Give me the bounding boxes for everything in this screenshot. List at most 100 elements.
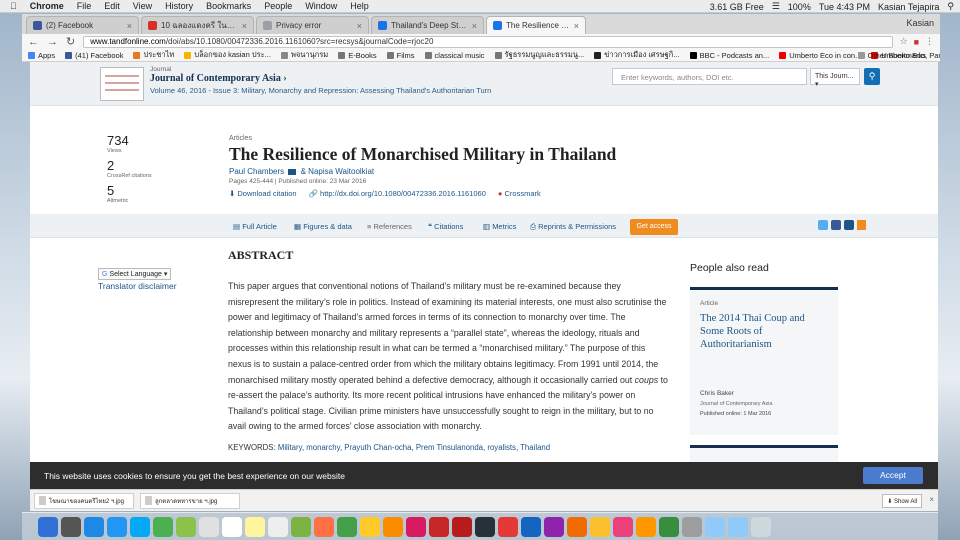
menu-window[interactable]: Window: [305, 1, 337, 11]
siri-icon[interactable]: [61, 516, 81, 537]
reminders-icon[interactable]: [268, 516, 288, 537]
dictionary-alt-icon[interactable]: [452, 516, 472, 537]
related-article-card[interactable]: Article The 2014 Thai Coup and Some Root…: [690, 287, 838, 435]
menu-chrome[interactable]: Chrome: [30, 1, 64, 11]
bookmark-films[interactable]: Films: [386, 51, 415, 60]
reload-icon[interactable]: ↻: [66, 35, 75, 48]
download-citation-link[interactable]: ⬇ Download citation: [229, 189, 297, 198]
tab-references[interactable]: ≡ References: [367, 222, 412, 231]
close-icon[interactable]: ×: [127, 21, 132, 31]
bookmark-facebook[interactable]: (41) Facebook: [65, 51, 123, 60]
bookmark-classical-music[interactable]: classical music: [424, 51, 485, 60]
dictionary-icon[interactable]: [429, 516, 449, 537]
views-count[interactable]: 734: [107, 134, 217, 148]
download-item[interactable]: ลูกตลาดทหารขาย ฯ.jpg: [140, 492, 240, 509]
keyword-link[interactable]: Prem Tinsulanonda: [416, 443, 483, 452]
profile-button[interactable]: Kasian: [906, 18, 934, 28]
notes-icon[interactable]: [245, 516, 265, 537]
show-all-downloads-button[interactable]: ⬇ Show All: [882, 494, 922, 508]
app-icon[interactable]: [659, 516, 679, 537]
tab-gmail[interactable]: 10 ฉลองแดงครี ในวัดดงใจ วัชรายฮี×: [141, 16, 254, 34]
wifi-icon[interactable]: ☰: [772, 1, 780, 12]
journal-title-link[interactable]: Journal of Contemporary Asia ›: [150, 73, 287, 84]
app-icon[interactable]: [544, 516, 564, 537]
menu-people[interactable]: People: [264, 1, 292, 11]
clock[interactable]: Tue 4:43 PM: [819, 2, 870, 12]
close-icon[interactable]: ×: [574, 21, 579, 31]
safari-icon[interactable]: [107, 516, 127, 537]
language-select[interactable]: G Select Language ▾: [98, 268, 172, 280]
author-link[interactable]: Paul Chambers: [229, 167, 284, 176]
menu-edit[interactable]: Edit: [104, 1, 120, 11]
memory-status[interactable]: 3.61 GB Free: [710, 2, 764, 12]
apple-icon[interactable]: : [10, 1, 17, 11]
related-article-card[interactable]: [690, 445, 838, 462]
search-spotlight-icon[interactable]: ⚲: [947, 1, 954, 12]
stickies-icon[interactable]: [360, 516, 380, 537]
downloads-folder-icon[interactable]: [705, 516, 725, 537]
bookmark-blog[interactable]: บล็อกของ kasian ประ...: [184, 49, 271, 61]
accept-cookies-button[interactable]: Accept: [863, 467, 923, 484]
documents-folder-icon[interactable]: [728, 516, 748, 537]
itunes-icon[interactable]: [613, 516, 633, 537]
address-bar[interactable]: www.tandfonline.com/doi/abs/10.1080/0047…: [83, 35, 894, 48]
tab-full-article[interactable]: ▤ Full Article: [233, 222, 277, 231]
back-icon[interactable]: ←: [28, 36, 39, 48]
powerpoint-icon[interactable]: [498, 516, 518, 537]
close-icon[interactable]: ×: [472, 21, 477, 31]
app-icon[interactable]: [475, 516, 495, 537]
tab-facebook[interactable]: (2) Facebook ×: [26, 16, 139, 34]
menu-bookmarks[interactable]: Bookmarks: [206, 1, 251, 11]
finder-icon[interactable]: [38, 516, 58, 537]
search-scope-select[interactable]: This Journ... ▾: [810, 68, 860, 88]
bookmark-apps[interactable]: Apps: [28, 51, 55, 60]
menu-history[interactable]: History: [165, 1, 193, 11]
firefox-icon[interactable]: [567, 516, 587, 537]
calendar-icon[interactable]: [222, 516, 242, 537]
mail-icon[interactable]: [130, 516, 150, 537]
user-name[interactable]: Kasian Tejapira: [878, 2, 939, 12]
bookmark-politics-news[interactable]: ข่าวการเมือง เศรษฐกิ...: [594, 49, 680, 61]
twitter-icon[interactable]: [818, 220, 828, 230]
vlc-icon[interactable]: [636, 516, 656, 537]
music-icon[interactable]: [406, 516, 426, 537]
maps-icon[interactable]: [291, 516, 311, 537]
extension-icon[interactable]: ■: [914, 37, 919, 47]
contacts-icon[interactable]: [199, 516, 219, 537]
keyword-link[interactable]: Military: [278, 443, 302, 452]
tab-deep-state[interactable]: Thailand's Deep State, Royal×: [371, 16, 484, 34]
menu-view[interactable]: View: [133, 1, 152, 11]
crossmark-link[interactable]: ● Crossmark: [498, 189, 541, 198]
word-icon[interactable]: [521, 516, 541, 537]
tab-figures-data[interactable]: ▦ Figures & data: [294, 222, 352, 231]
email-icon[interactable]: [844, 220, 854, 230]
battery-level[interactable]: 100%: [788, 2, 811, 12]
facebook-icon[interactable]: [831, 220, 841, 230]
journal-issue-link[interactable]: Volume 46, 2016 - Issue 3: Military, Mon…: [150, 86, 491, 95]
plus-icon[interactable]: [857, 220, 866, 230]
related-article-title[interactable]: The 2014 Thai Coup and Some Roots of Aut…: [700, 312, 828, 351]
tab-metrics[interactable]: ▥ Metrics: [483, 222, 516, 231]
bookmark-other[interactable]: Other Bookmarks: [857, 51, 926, 60]
system-preferences-icon[interactable]: [682, 516, 702, 537]
facetime-icon[interactable]: [176, 516, 196, 537]
get-access-button[interactable]: Get access: [630, 219, 678, 235]
keyword-link[interactable]: royalists: [487, 443, 516, 452]
close-icon[interactable]: ×: [357, 21, 362, 31]
search-button[interactable]: ⚲: [864, 68, 880, 85]
bookmark-bbc-podcasts[interactable]: BBC - Podcasts an...: [689, 51, 769, 60]
tab-privacy-error[interactable]: Privacy error ×: [256, 16, 369, 34]
photos-icon[interactable]: [314, 516, 334, 537]
launchpad-icon[interactable]: [84, 516, 104, 537]
tab-reprints[interactable]: ⎙ Reprints & Permissions: [530, 222, 616, 232]
keyword-link[interactable]: Prayuth Chan-ocha: [344, 443, 411, 452]
author-link[interactable]: & Napisa Waitoolkiat: [301, 167, 375, 176]
menu-file[interactable]: File: [77, 1, 92, 11]
close-icon[interactable]: ×: [242, 21, 247, 31]
search-input[interactable]: Enter keywords, authors, DOI etc.: [612, 68, 807, 85]
trash-icon[interactable]: [751, 516, 771, 537]
crossref-count[interactable]: 2: [107, 159, 217, 173]
bookmark-star-icon[interactable]: ☆: [899, 36, 907, 47]
bookmark-constitution[interactable]: รัฐธรรมนูญและธรรมนู...: [494, 49, 584, 61]
altmetric-count[interactable]: 5: [107, 184, 217, 198]
